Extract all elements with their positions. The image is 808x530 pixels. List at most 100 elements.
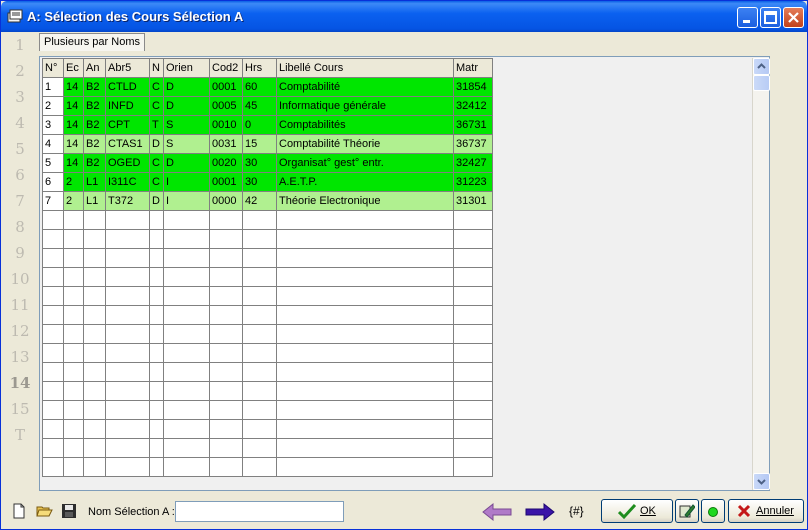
- table-cell[interactable]: Comptabilité Théorie: [276, 134, 454, 154]
- table-cell[interactable]: [163, 248, 210, 268]
- table-cell[interactable]: [242, 400, 277, 420]
- table-cell[interactable]: [163, 267, 210, 287]
- new-button[interactable]: [11, 503, 29, 521]
- tab-plusieurs-par-noms[interactable]: Plusieurs par Noms: [39, 33, 145, 51]
- table-cell[interactable]: [149, 343, 164, 363]
- table-cell[interactable]: [105, 210, 150, 230]
- table-cell[interactable]: 0001: [209, 172, 243, 192]
- table-cell[interactable]: [42, 210, 64, 230]
- status-button[interactable]: [701, 499, 725, 523]
- table-cell[interactable]: CPT: [105, 115, 150, 135]
- table-cell[interactable]: [209, 229, 243, 249]
- table-cell[interactable]: A.E.T.P.: [276, 172, 454, 192]
- table-cell[interactable]: [209, 419, 243, 439]
- table-cell[interactable]: [63, 343, 84, 363]
- table-cell[interactable]: 31301: [453, 191, 493, 211]
- empty-table-row[interactable]: [42, 267, 493, 287]
- maximize-button[interactable]: [760, 7, 781, 28]
- column-header[interactable]: An: [83, 58, 106, 78]
- table-cell[interactable]: 14: [63, 96, 84, 116]
- table-cell[interactable]: [83, 362, 106, 382]
- table-cell[interactable]: [453, 438, 493, 458]
- empty-table-row[interactable]: [42, 362, 493, 382]
- table-cell[interactable]: C: [149, 153, 164, 173]
- table-cell[interactable]: Théorie Electronique: [276, 191, 454, 211]
- table-cell[interactable]: [242, 267, 277, 287]
- table-cell[interactable]: [149, 438, 164, 458]
- column-header[interactable]: Ec: [63, 58, 84, 78]
- table-cell[interactable]: [149, 210, 164, 230]
- empty-table-row[interactable]: [42, 400, 493, 420]
- row-number-cell[interactable]: 4: [42, 134, 64, 154]
- table-row[interactable]: 6 2 L1 I311C C I 0001 30 A.E.T.P. 31223: [42, 172, 493, 192]
- course-table[interactable]: N° Ec An Abr5 N Orien Cod2 Hrs Libellé Cours Matr…: [42, 58, 493, 477]
- table-cell[interactable]: [83, 419, 106, 439]
- table-cell[interactable]: [276, 248, 454, 268]
- table-cell[interactable]: [42, 248, 64, 268]
- table-cell[interactable]: [42, 419, 64, 439]
- table-cell[interactable]: [105, 362, 150, 382]
- table-cell[interactable]: [276, 381, 454, 401]
- table-cell[interactable]: [83, 286, 106, 306]
- table-cell[interactable]: [453, 362, 493, 382]
- table-cell[interactable]: S: [163, 115, 210, 135]
- table-cell[interactable]: [276, 286, 454, 306]
- table-cell[interactable]: [83, 267, 106, 287]
- empty-table-row[interactable]: [42, 324, 493, 344]
- table-cell[interactable]: [83, 210, 106, 230]
- table-cell[interactable]: [163, 286, 210, 306]
- count-button[interactable]: {#}: [569, 504, 584, 518]
- table-cell[interactable]: Comptabilités: [276, 115, 454, 135]
- table-cell[interactable]: Informatique générale: [276, 96, 454, 116]
- table-cell[interactable]: T: [149, 115, 164, 135]
- table-cell[interactable]: [453, 305, 493, 325]
- table-cell[interactable]: 0010: [209, 115, 243, 135]
- table-cell[interactable]: [42, 381, 64, 401]
- table-cell[interactable]: [63, 210, 84, 230]
- table-cell[interactable]: 36731: [453, 115, 493, 135]
- table-cell[interactable]: OGED: [105, 153, 150, 173]
- table-cell[interactable]: [276, 229, 454, 249]
- table-cell[interactable]: [163, 362, 210, 382]
- table-cell[interactable]: 0031: [209, 134, 243, 154]
- table-cell[interactable]: [242, 381, 277, 401]
- table-cell[interactable]: 2: [63, 172, 84, 192]
- table-cell[interactable]: [63, 362, 84, 382]
- table-cell[interactable]: S: [163, 134, 210, 154]
- table-cell[interactable]: 15: [242, 134, 277, 154]
- table-cell[interactable]: [242, 305, 277, 325]
- table-cell[interactable]: B2: [83, 153, 106, 173]
- table-cell[interactable]: [63, 381, 84, 401]
- table-cell[interactable]: C: [149, 96, 164, 116]
- scroll-up-button[interactable]: [753, 58, 770, 75]
- table-cell[interactable]: [149, 305, 164, 325]
- row-number-cell[interactable]: 7: [42, 191, 64, 211]
- table-cell[interactable]: [105, 400, 150, 420]
- table-cell[interactable]: [105, 419, 150, 439]
- table-cell[interactable]: [242, 362, 277, 382]
- table-cell[interactable]: [453, 229, 493, 249]
- previous-button[interactable]: [481, 501, 513, 523]
- minimize-button[interactable]: [737, 7, 758, 28]
- table-cell[interactable]: [63, 400, 84, 420]
- table-cell[interactable]: [83, 438, 106, 458]
- table-cell[interactable]: [83, 305, 106, 325]
- table-cell[interactable]: [83, 324, 106, 344]
- table-cell[interactable]: I311C: [105, 172, 150, 192]
- table-cell[interactable]: [242, 457, 277, 477]
- table-cell[interactable]: [105, 438, 150, 458]
- table-cell[interactable]: [163, 381, 210, 401]
- table-cell[interactable]: [209, 438, 243, 458]
- table-cell[interactable]: [105, 343, 150, 363]
- table-cell[interactable]: C: [149, 77, 164, 97]
- column-header[interactable]: Matr: [453, 58, 493, 78]
- empty-table-row[interactable]: [42, 210, 493, 230]
- column-header[interactable]: N: [149, 58, 164, 78]
- table-cell[interactable]: [209, 248, 243, 268]
- table-cell[interactable]: [42, 400, 64, 420]
- table-cell[interactable]: [105, 286, 150, 306]
- cancel-button[interactable]: Annuler: [728, 499, 804, 523]
- table-cell[interactable]: 14: [63, 115, 84, 135]
- table-cell[interactable]: 31854: [453, 77, 493, 97]
- table-cell[interactable]: 32427: [453, 153, 493, 173]
